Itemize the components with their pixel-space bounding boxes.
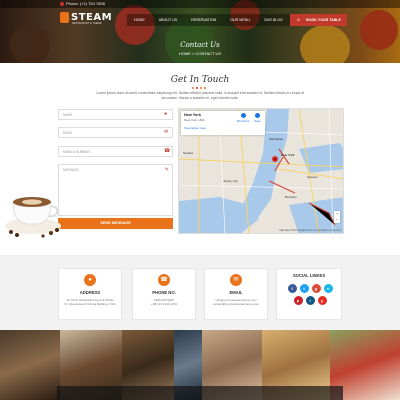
phone-card: ☎ PHONE NO. 1800 000 0000 +98 123 1234 12… [132,268,196,320]
instagram-icon[interactable]: i [305,296,315,305]
phone-icon: ☎ [164,148,171,154]
directions-icon [240,113,246,118]
brand-logo[interactable]: STEAM RESTAURANT & THEME [60,11,113,25]
mobile-placeholder: MOBILE NUMBER [63,150,90,154]
nav-reservation[interactable]: RESERVATION [184,14,223,26]
top-bar: Phone: (+1) 754 7898 [0,0,400,8]
youtube-icon[interactable]: y [317,296,327,305]
google-plus-icon[interactable]: g [311,284,321,293]
phone-icon [60,2,64,6]
nav-our-blog[interactable]: OUR BLOG [257,14,290,26]
save-label: Save [254,119,261,123]
message-placeholder: MESSAGE [63,168,79,172]
book-table-button[interactable]: BOOK YOUR TABLE [300,14,347,26]
google-map[interactable]: New York New York, USA View larger map D… [178,108,344,234]
title-divider [192,87,206,89]
address-line: Nr. Queensland Victoria Building, USA [64,302,116,306]
map-label: Newark [183,151,194,155]
pencil-icon: ✎ [164,167,169,173]
envelope-icon: ✉ [230,274,242,286]
map-label: New York [281,153,295,157]
coffee-cup-image [5,197,61,238]
map-label: Queens [307,175,318,179]
brand-name: STEAM [71,12,113,23]
page-title: Contact Us [180,41,220,49]
map-place-card: New York New York, USA View larger map D… [181,111,265,135]
map-label: Jersey City [223,179,238,183]
phone-icon: ☎ [158,274,170,286]
main-nav: HOME ABOUT US RESERVATION OUR MENU OUR B… [127,14,327,26]
map-marker-icon: ● [84,274,96,286]
social-links-card: SOCIAL LINKES f t g v p i y [276,268,342,320]
gallery-overlay [57,386,343,400]
vimeo-icon[interactable]: v [323,284,333,293]
name-placeholder: NAME [63,113,73,117]
map-place-name: New York [184,113,201,117]
map-place-subtitle: New York, USA [184,118,205,122]
brand-tagline: RESTAURANT & THEME [72,22,102,25]
map-attribution: Map data ©2017 Google Terms of Use Repor… [279,229,341,232]
map-label: Brooklyn [285,195,297,199]
gallery-photo[interactable] [0,330,60,400]
save-button[interactable]: Save [252,113,263,123]
breadcrumb: HOME > CONTACT US [178,51,222,56]
section-title: Get In Touch [170,75,230,85]
address-title: ADDRESS [79,290,101,295]
map-zoom-control[interactable]: + − [334,211,340,223]
send-message-button[interactable]: SEND MESSAGE [58,218,173,229]
facebook-icon[interactable]: f [287,284,297,293]
email-title: EMAIL [229,290,243,295]
nav-about-us[interactable]: ABOUT US [152,14,184,26]
address-card: ● ADDRESS 20, River Restaurant Food & Dr… [58,268,122,320]
phone-line: +98 123 1234 1234 [151,302,177,306]
email-placeholder: EMAIL [63,131,73,135]
pinterest-icon[interactable]: p [293,296,303,305]
twitter-icon[interactable]: t [299,284,309,293]
view-larger-map-link[interactable]: View larger map [184,126,206,130]
social-title: SOCIAL LINKES [292,273,326,278]
save-icon [255,113,260,118]
email-card: ✉ EMAIL info@yourrestaurantname.com conta… [204,268,268,320]
envelope-icon: ✉ [164,129,169,135]
name-field[interactable]: NAME ● [58,109,173,120]
nav-home[interactable]: HOME [127,14,152,26]
message-field[interactable]: MESSAGE ✎ [58,164,173,216]
directions-label: Directions [236,119,250,123]
mobile-field[interactable]: MOBILE NUMBER ☎ [58,146,173,157]
topbar-phone: Phone: (+1) 754 7898 [66,1,105,6]
nav-our-menu[interactable]: OUR MENU [223,14,257,26]
section-lead: Lorem ipsum dolor sit amet consectetur a… [96,91,304,100]
email-field[interactable]: EMAIL ✉ [58,127,173,138]
user-icon: ● [164,111,168,117]
logo-mark-icon [60,12,69,23]
phone-title: PHONE NO. [152,290,176,295]
map-label: Manhattan [269,137,284,141]
directions-button[interactable]: Directions [236,113,250,123]
email-link[interactable]: contact@yourrestaurantname.com [213,302,259,306]
